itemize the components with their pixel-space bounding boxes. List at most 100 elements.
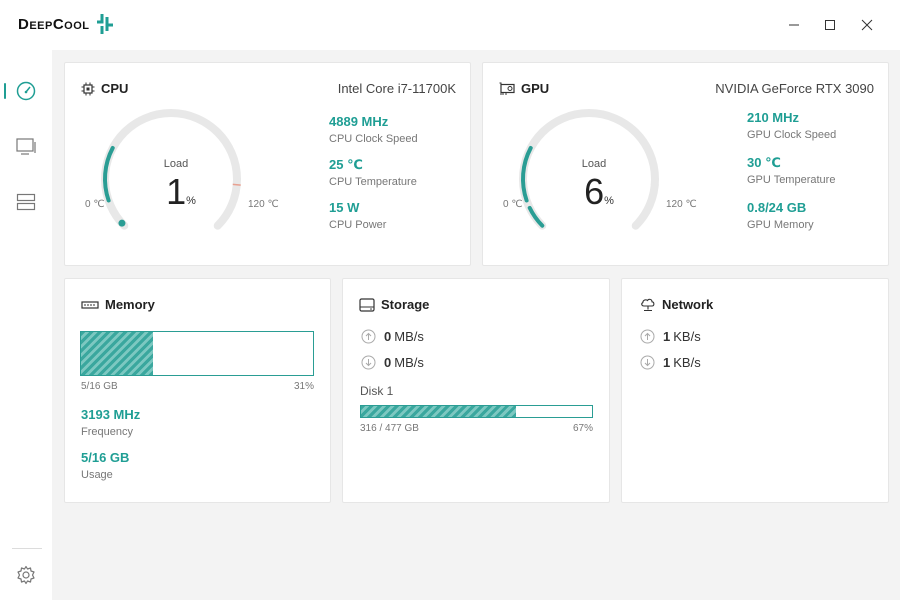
logo-text: DeepCool [18,15,90,33]
upload-arrow-icon [640,329,655,344]
title-bar: DeepCool [0,0,900,50]
gpu-model: NVIDIA GeForce RTX 3090 [715,81,874,96]
gpu-load-readout: 6% [569,171,629,213]
sidebar-divider [12,548,42,549]
cpu-card: CPU Intel Core i7-11700K Load 1% 0 ℃ 120… [64,62,471,266]
maximize-icon [825,20,835,30]
dashboard-icon [16,81,36,101]
gpu-load-gauge [519,109,659,230]
disk-percent-text: 67% [572,423,593,434]
cpu-load-label: Load [163,158,189,170]
cpu-clock-label: CPU Clock Speed [329,133,418,145]
network-upload-unit: KB/s [673,329,701,344]
sidebar [0,50,52,600]
cpu-load-unit: % [186,195,196,207]
storage-upload-row: 0 MB/s [361,329,424,344]
network-title: Network [662,297,714,312]
memory-title: Memory [105,297,155,312]
gpu-load-label: Load [581,158,607,170]
memory-frequency-value: 3193 MHz [81,407,141,422]
monitor-icon [16,138,36,155]
cpu-title: CPU [101,81,129,96]
app-logo: DeepCool [18,13,114,35]
storage-drive-icon [359,297,375,312]
memory-usage-label: Usage [81,469,113,481]
gpu-temp-value: 30 ℃ [747,155,781,170]
storage-upload-unit: MB/s [394,329,424,344]
network-download-value: 1 [663,355,671,370]
cpu-power-value: 15 W [329,200,360,215]
memory-percent-text: 31% [293,381,314,392]
maximize-button[interactable] [815,10,845,40]
storage-card-title: Storage [359,297,429,312]
network-cloud-icon [641,298,655,312]
gpu-load-value: 6 [584,171,605,212]
network-download-unit: KB/s [673,355,701,370]
network-upload-value: 1 [663,329,671,344]
gpu-card-icon [499,82,515,95]
disk-usage-fill [361,406,516,417]
gpu-memory-label: GPU Memory [747,219,814,231]
network-card: Network 1 KB/s 1 KB/s [621,278,889,503]
minimize-button[interactable] [779,10,809,40]
memory-card: Memory 5/16 GB 31% 3193 MHz Frequency 5/… [64,278,331,503]
cpu-card-title: CPU [81,81,128,96]
gpu-load-unit: % [604,195,614,207]
cpu-load-readout: 1% [151,171,211,213]
settings-icon [17,565,35,585]
gpu-card: GPU NVIDIA GeForce RTX 3090 Load 6% 0 ℃ … [482,62,889,266]
memory-frequency-label: Frequency [81,426,133,438]
network-card-title: Network [640,297,713,312]
storage-download-row: 0 MB/s [361,355,424,370]
sidebar-item-storage[interactable] [0,184,52,220]
storage-download-unit: MB/s [394,355,424,370]
memory-icon [81,300,99,309]
gpu-clock-label: GPU Clock Speed [747,129,837,141]
gpu-card-title: GPU [499,81,549,96]
disk-used-text: 316 / 477 GB [360,423,419,434]
sidebar-item-dashboard[interactable] [0,73,52,109]
gpu-clock-value: 210 MHz [747,110,800,125]
download-arrow-icon [640,355,655,370]
cpu-chip-icon [81,82,95,95]
gpu-gauge-max: 120 ℃ [666,199,697,210]
memory-usage-value: 5/16 GB [81,450,130,465]
storage-icon [16,193,36,211]
gpu-gauge-tick [650,183,659,186]
minimize-icon [789,24,799,26]
cpu-gauge-min: 0 ℃ [85,199,105,210]
cpu-temp-label: CPU Temperature [329,176,417,188]
cpu-gauge-tick [232,183,241,186]
gpu-title: GPU [521,81,550,96]
download-arrow-icon [361,355,376,370]
cpu-load-value: 1 [166,171,187,212]
storage-download-value: 0 [384,355,392,370]
memory-used-text: 5/16 GB [81,381,118,392]
sidebar-item-monitor[interactable] [0,129,52,165]
memory-usage-bar [80,331,314,376]
cpu-model: Intel Core i7-11700K [337,81,456,96]
upload-arrow-icon [361,329,376,344]
cpu-clock-value: 4889 MHz [329,114,389,129]
network-upload-row: 1 KB/s [640,329,701,344]
active-indicator [4,83,6,99]
cpu-gauge-max: 120 ℃ [248,199,279,210]
cpu-power-label: CPU Power [329,219,387,231]
memory-usage-fill [81,332,153,375]
settings-button[interactable] [0,557,52,593]
close-button[interactable] [852,10,882,40]
gpu-memory-value: 0.8/24 GB [747,200,807,215]
disk-label: Disk 1 [360,384,394,398]
cpu-temp-value: 25 ℃ [329,157,363,172]
close-icon [861,19,873,31]
logo-mark-icon [96,14,113,34]
network-download-row: 1 KB/s [640,355,701,370]
memory-card-title: Memory [81,297,155,312]
storage-title: Storage [381,297,430,312]
storage-upload-value: 0 [384,329,392,344]
storage-card: Storage 0 MB/s 0 MB/s Disk 1 316 / 477 G… [342,278,610,503]
cpu-gauge-indicator [118,219,126,227]
cpu-load-gauge [101,109,241,230]
gpu-gauge-min: 0 ℃ [503,199,523,210]
disk-usage-bar [360,405,593,418]
